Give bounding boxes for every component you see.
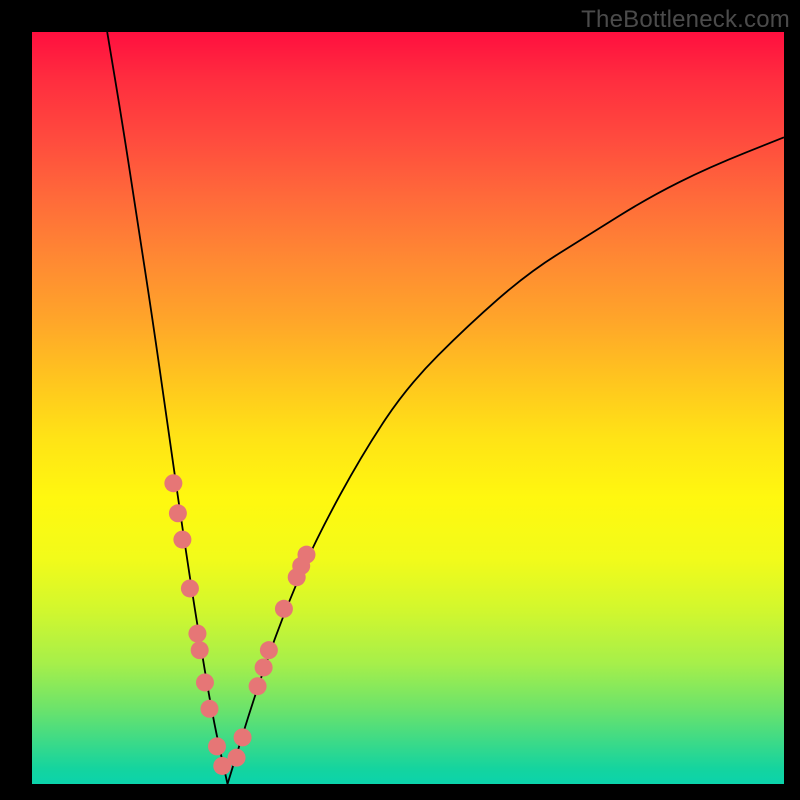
bead (173, 531, 191, 549)
bead (164, 474, 182, 492)
bead (196, 673, 214, 691)
bead (191, 641, 209, 659)
curve-svg (32, 32, 784, 784)
bead-group (164, 474, 315, 775)
bead (208, 737, 226, 755)
watermark-text: TheBottleneck.com (581, 6, 790, 34)
bead (228, 749, 246, 767)
bead (200, 700, 218, 718)
bead (249, 677, 267, 695)
bead (169, 504, 187, 522)
bead (297, 546, 315, 564)
bead (255, 658, 273, 676)
chart-frame: { "watermark": "TheBottleneck.com", "cha… (0, 0, 800, 800)
plot-area (32, 32, 784, 784)
curve-right-branch (228, 137, 784, 784)
curve-left-branch (107, 32, 227, 784)
bead (260, 641, 278, 659)
bead (188, 625, 206, 643)
bead (234, 728, 252, 746)
bead (181, 579, 199, 597)
bead (275, 600, 293, 618)
